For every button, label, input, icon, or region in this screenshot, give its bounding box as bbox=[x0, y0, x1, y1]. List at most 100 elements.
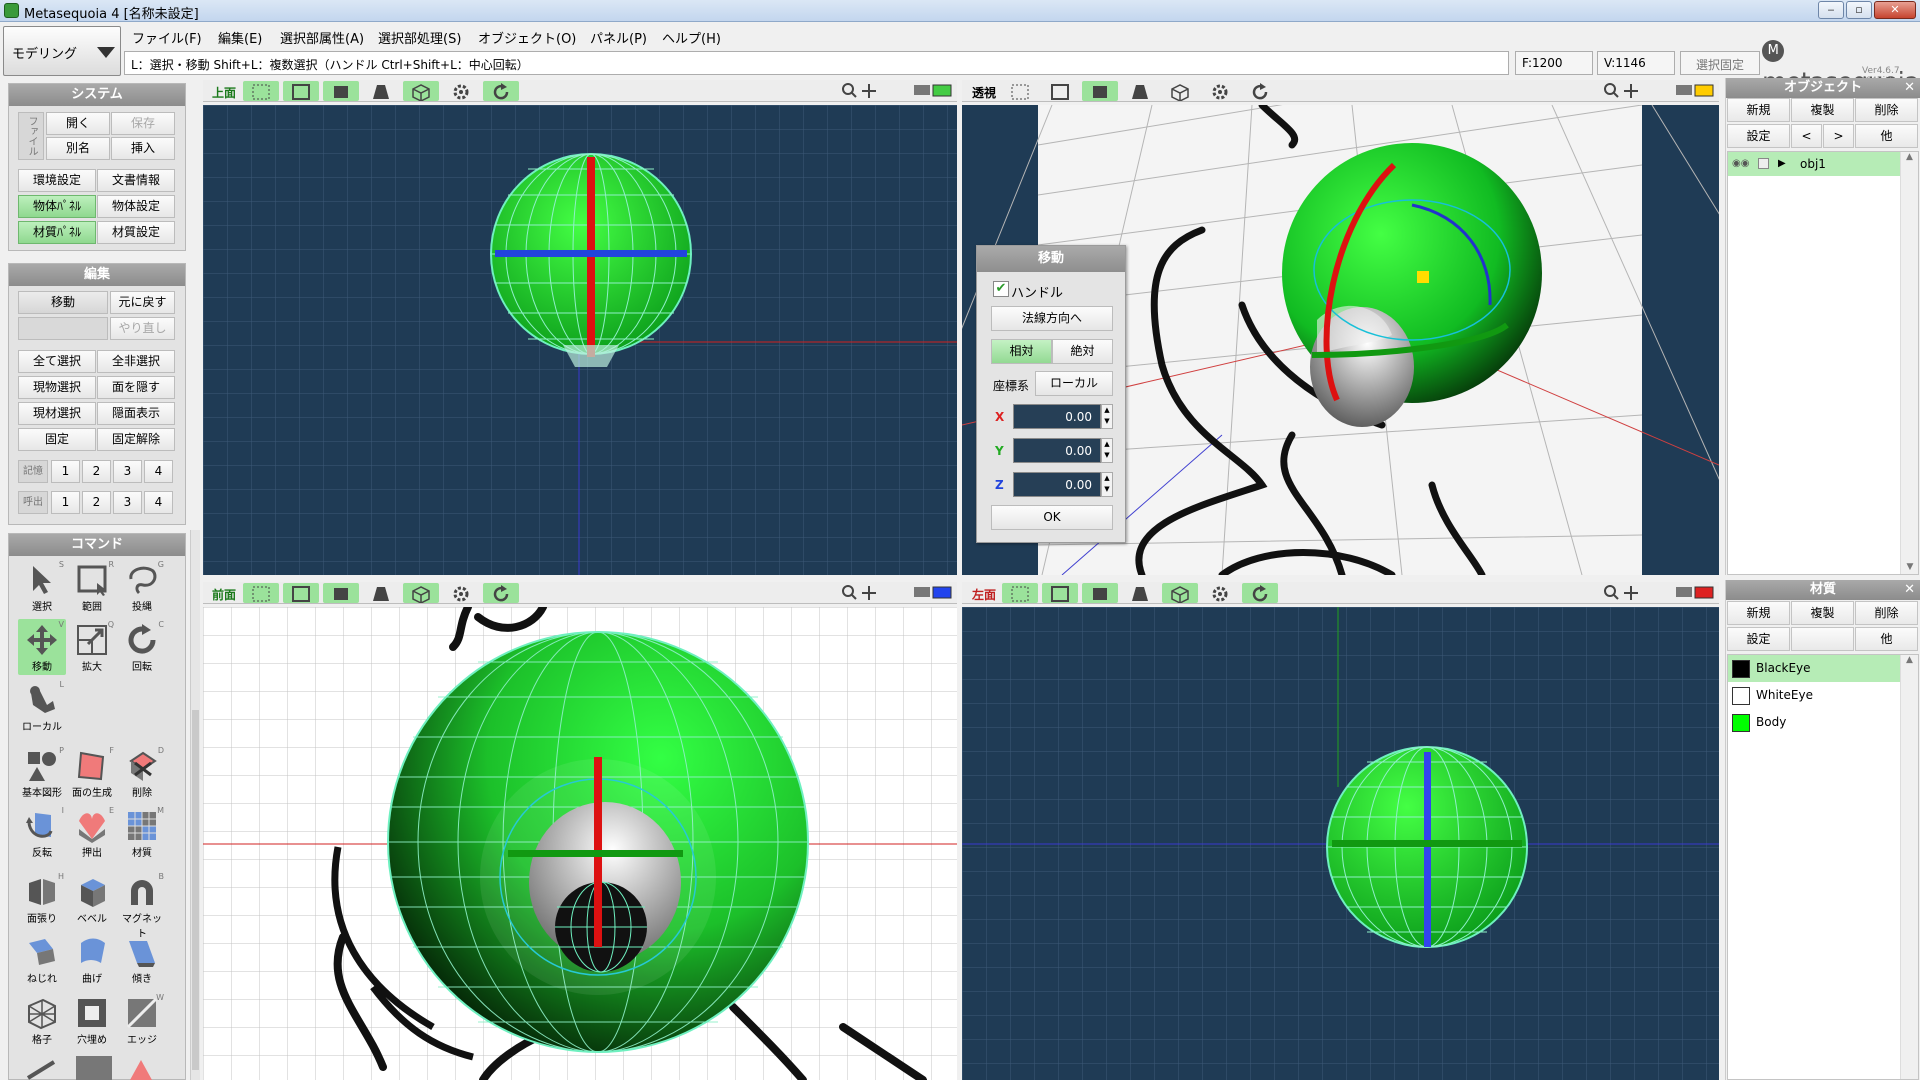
absolute-mode-button[interactable]: 絶対 bbox=[1052, 339, 1113, 364]
recall-slot-1[interactable]: 1 bbox=[51, 491, 80, 514]
front-wire-cube-button[interactable] bbox=[403, 583, 439, 603]
persp-face-mode-button[interactable] bbox=[1082, 81, 1118, 101]
top-viewport[interactable] bbox=[203, 105, 957, 575]
material-row[interactable]: Body bbox=[1728, 709, 1900, 736]
deselect-all-button[interactable]: 全非選択 bbox=[97, 350, 175, 373]
material-copy-button[interactable]: 複製 bbox=[1791, 601, 1854, 625]
object-settings-button[interactable]: 物体設定 bbox=[97, 195, 175, 218]
redo-button[interactable]: やり直し bbox=[110, 317, 175, 340]
persp-zoom-pan-control[interactable] bbox=[1603, 82, 1643, 103]
left-edge-mode-button[interactable] bbox=[1042, 583, 1078, 603]
cmd-magnet[interactable]: マグネット B bbox=[118, 871, 166, 940]
coord-system-select[interactable]: ローカル bbox=[1035, 371, 1113, 396]
material-new-button[interactable]: 新規 bbox=[1727, 601, 1790, 625]
object-panel-toggle[interactable]: 物体ﾊﾟﾈﾙ bbox=[18, 195, 96, 218]
undo-button[interactable]: 元に戻す bbox=[110, 291, 175, 314]
front-gear-button[interactable] bbox=[443, 583, 479, 603]
minimize-button[interactable]: ‒ bbox=[1818, 1, 1844, 19]
save-as-button[interactable]: 別名 bbox=[46, 137, 110, 160]
material-panel-close-icon[interactable]: ✕ bbox=[1904, 580, 1915, 600]
front-ortho-grid-button[interactable] bbox=[363, 583, 399, 603]
top-gear-button[interactable] bbox=[443, 81, 479, 101]
object-new-button[interactable]: 新規 bbox=[1727, 98, 1790, 122]
cmd-rotate[interactable]: 回転 C bbox=[118, 619, 166, 675]
top-face-mode-button[interactable] bbox=[323, 81, 359, 101]
persp-display-mode-button[interactable] bbox=[1675, 83, 1715, 102]
menu-selection-attr[interactable]: 選択部属性(A) bbox=[276, 27, 368, 48]
object-copy-button[interactable]: 複製 bbox=[1791, 98, 1854, 122]
cmd-flip[interactable]: 反転 I bbox=[18, 805, 66, 861]
close-button[interactable]: ✕ bbox=[1874, 1, 1916, 19]
top-zoom-pan-control[interactable] bbox=[841, 82, 881, 103]
left-reset-view-button[interactable] bbox=[1242, 583, 1278, 603]
menu-help[interactable]: ヘルプ(H) bbox=[658, 27, 725, 48]
top-vertex-mode-button[interactable] bbox=[243, 81, 279, 101]
material-list-scrollbar[interactable]: ▲ bbox=[1900, 655, 1918, 1079]
top-wire-cube-button[interactable] bbox=[403, 81, 439, 101]
material-row[interactable]: WhiteEye bbox=[1728, 682, 1900, 709]
unlock-button[interactable]: 固定解除 bbox=[97, 428, 175, 451]
left-gear-button[interactable] bbox=[1202, 583, 1238, 603]
object-delete-button[interactable]: 削除 bbox=[1855, 98, 1918, 122]
maximize-button[interactable]: ▫ bbox=[1846, 1, 1872, 19]
material-delete-button[interactable]: 削除 bbox=[1855, 601, 1918, 625]
front-edge-mode-button[interactable] bbox=[283, 583, 319, 603]
partial-triangle-icon[interactable] bbox=[128, 1056, 154, 1080]
x-value-field[interactable]: 0.00 bbox=[1013, 404, 1101, 429]
cmd-lasso[interactable]: 投縄 G bbox=[118, 559, 166, 615]
material-settings-button[interactable]: 設定 bbox=[1727, 627, 1790, 651]
material-other-button[interactable]: 他 bbox=[1855, 627, 1918, 651]
material-row[interactable]: BlackEye bbox=[1728, 655, 1900, 682]
menu-file[interactable]: ファイル(F) bbox=[128, 27, 206, 48]
cmd-select[interactable]: 選択 S bbox=[18, 559, 66, 615]
front-zoom-pan-control[interactable] bbox=[841, 584, 881, 605]
front-display-mode-button[interactable] bbox=[913, 585, 953, 604]
object-list-scrollbar[interactable]: ▲ ▼ bbox=[1900, 152, 1918, 574]
partial-grid-icon[interactable] bbox=[76, 1056, 112, 1080]
left-panel-scrollbar[interactable] bbox=[190, 530, 200, 1080]
partial-command-icon[interactable] bbox=[24, 1056, 60, 1080]
lock-button[interactable]: 固定 bbox=[18, 428, 96, 451]
front-vertex-mode-button[interactable] bbox=[243, 583, 279, 603]
menu-edit[interactable]: 編集(E) bbox=[214, 27, 266, 48]
top-ortho-grid-button[interactable] bbox=[363, 81, 399, 101]
cmd-twist[interactable]: ねじれ bbox=[18, 931, 66, 987]
left-ortho-grid-button[interactable] bbox=[1122, 583, 1158, 603]
recall-slot-2[interactable]: 2 bbox=[82, 491, 111, 514]
material-settings-button[interactable]: 材質設定 bbox=[97, 221, 175, 244]
selection-lock-button[interactable]: 選択固定 bbox=[1680, 51, 1760, 75]
relative-mode-button[interactable]: 相対 bbox=[991, 339, 1052, 364]
handle-checkbox[interactable]: ✔ bbox=[993, 281, 1009, 297]
z-value-field[interactable]: 0.00 bbox=[1013, 472, 1101, 497]
front-viewport[interactable] bbox=[203, 607, 957, 1080]
select-current-material-button[interactable]: 現材選択 bbox=[18, 402, 96, 425]
insert-button[interactable]: 挿入 bbox=[111, 137, 175, 160]
persp-vertex-mode-button[interactable] bbox=[1002, 81, 1038, 101]
object-settings-button[interactable]: 設定 bbox=[1727, 124, 1790, 148]
object-row[interactable]: ◉◉ ▶ obj1 bbox=[1728, 152, 1900, 176]
x-spinner[interactable]: ▲ ▼ bbox=[1101, 404, 1113, 429]
left-viewport[interactable] bbox=[962, 607, 1719, 1080]
cmd-bend[interactable]: 曲げ bbox=[68, 931, 116, 987]
material-panel-toggle[interactable]: 材質ﾊﾟﾈﾙ bbox=[18, 221, 96, 244]
object-prev-button[interactable]: < bbox=[1791, 124, 1822, 148]
cmd-fill-hole[interactable]: 穴埋め bbox=[68, 992, 116, 1048]
open-button[interactable]: 開く bbox=[46, 112, 110, 135]
left-display-mode-button[interactable] bbox=[1675, 585, 1715, 604]
cmd-material[interactable]: 材質 M bbox=[118, 805, 166, 861]
document-info-button[interactable]: 文書情報 bbox=[97, 169, 175, 192]
mode-select[interactable]: モデリング bbox=[3, 26, 121, 76]
cmd-lattice[interactable]: 格子 bbox=[18, 992, 66, 1048]
ok-button[interactable]: OK bbox=[991, 505, 1113, 530]
menu-object[interactable]: オブジェクト(O) bbox=[474, 27, 580, 48]
top-reset-view-button[interactable] bbox=[483, 81, 519, 101]
front-face-mode-button[interactable] bbox=[323, 583, 359, 603]
menu-panel[interactable]: パネル(P) bbox=[586, 27, 651, 48]
select-all-button[interactable]: 全て選択 bbox=[18, 350, 96, 373]
persp-edge-mode-button[interactable] bbox=[1042, 81, 1078, 101]
hide-face-button[interactable]: 面を隠す bbox=[97, 376, 175, 399]
cmd-move[interactable]: 移動 V bbox=[18, 619, 66, 675]
memory-slot-1[interactable]: 1 bbox=[51, 460, 80, 483]
y-value-field[interactable]: 0.00 bbox=[1013, 438, 1101, 463]
expand-triangle-icon[interactable]: ▶ bbox=[1778, 152, 1786, 176]
